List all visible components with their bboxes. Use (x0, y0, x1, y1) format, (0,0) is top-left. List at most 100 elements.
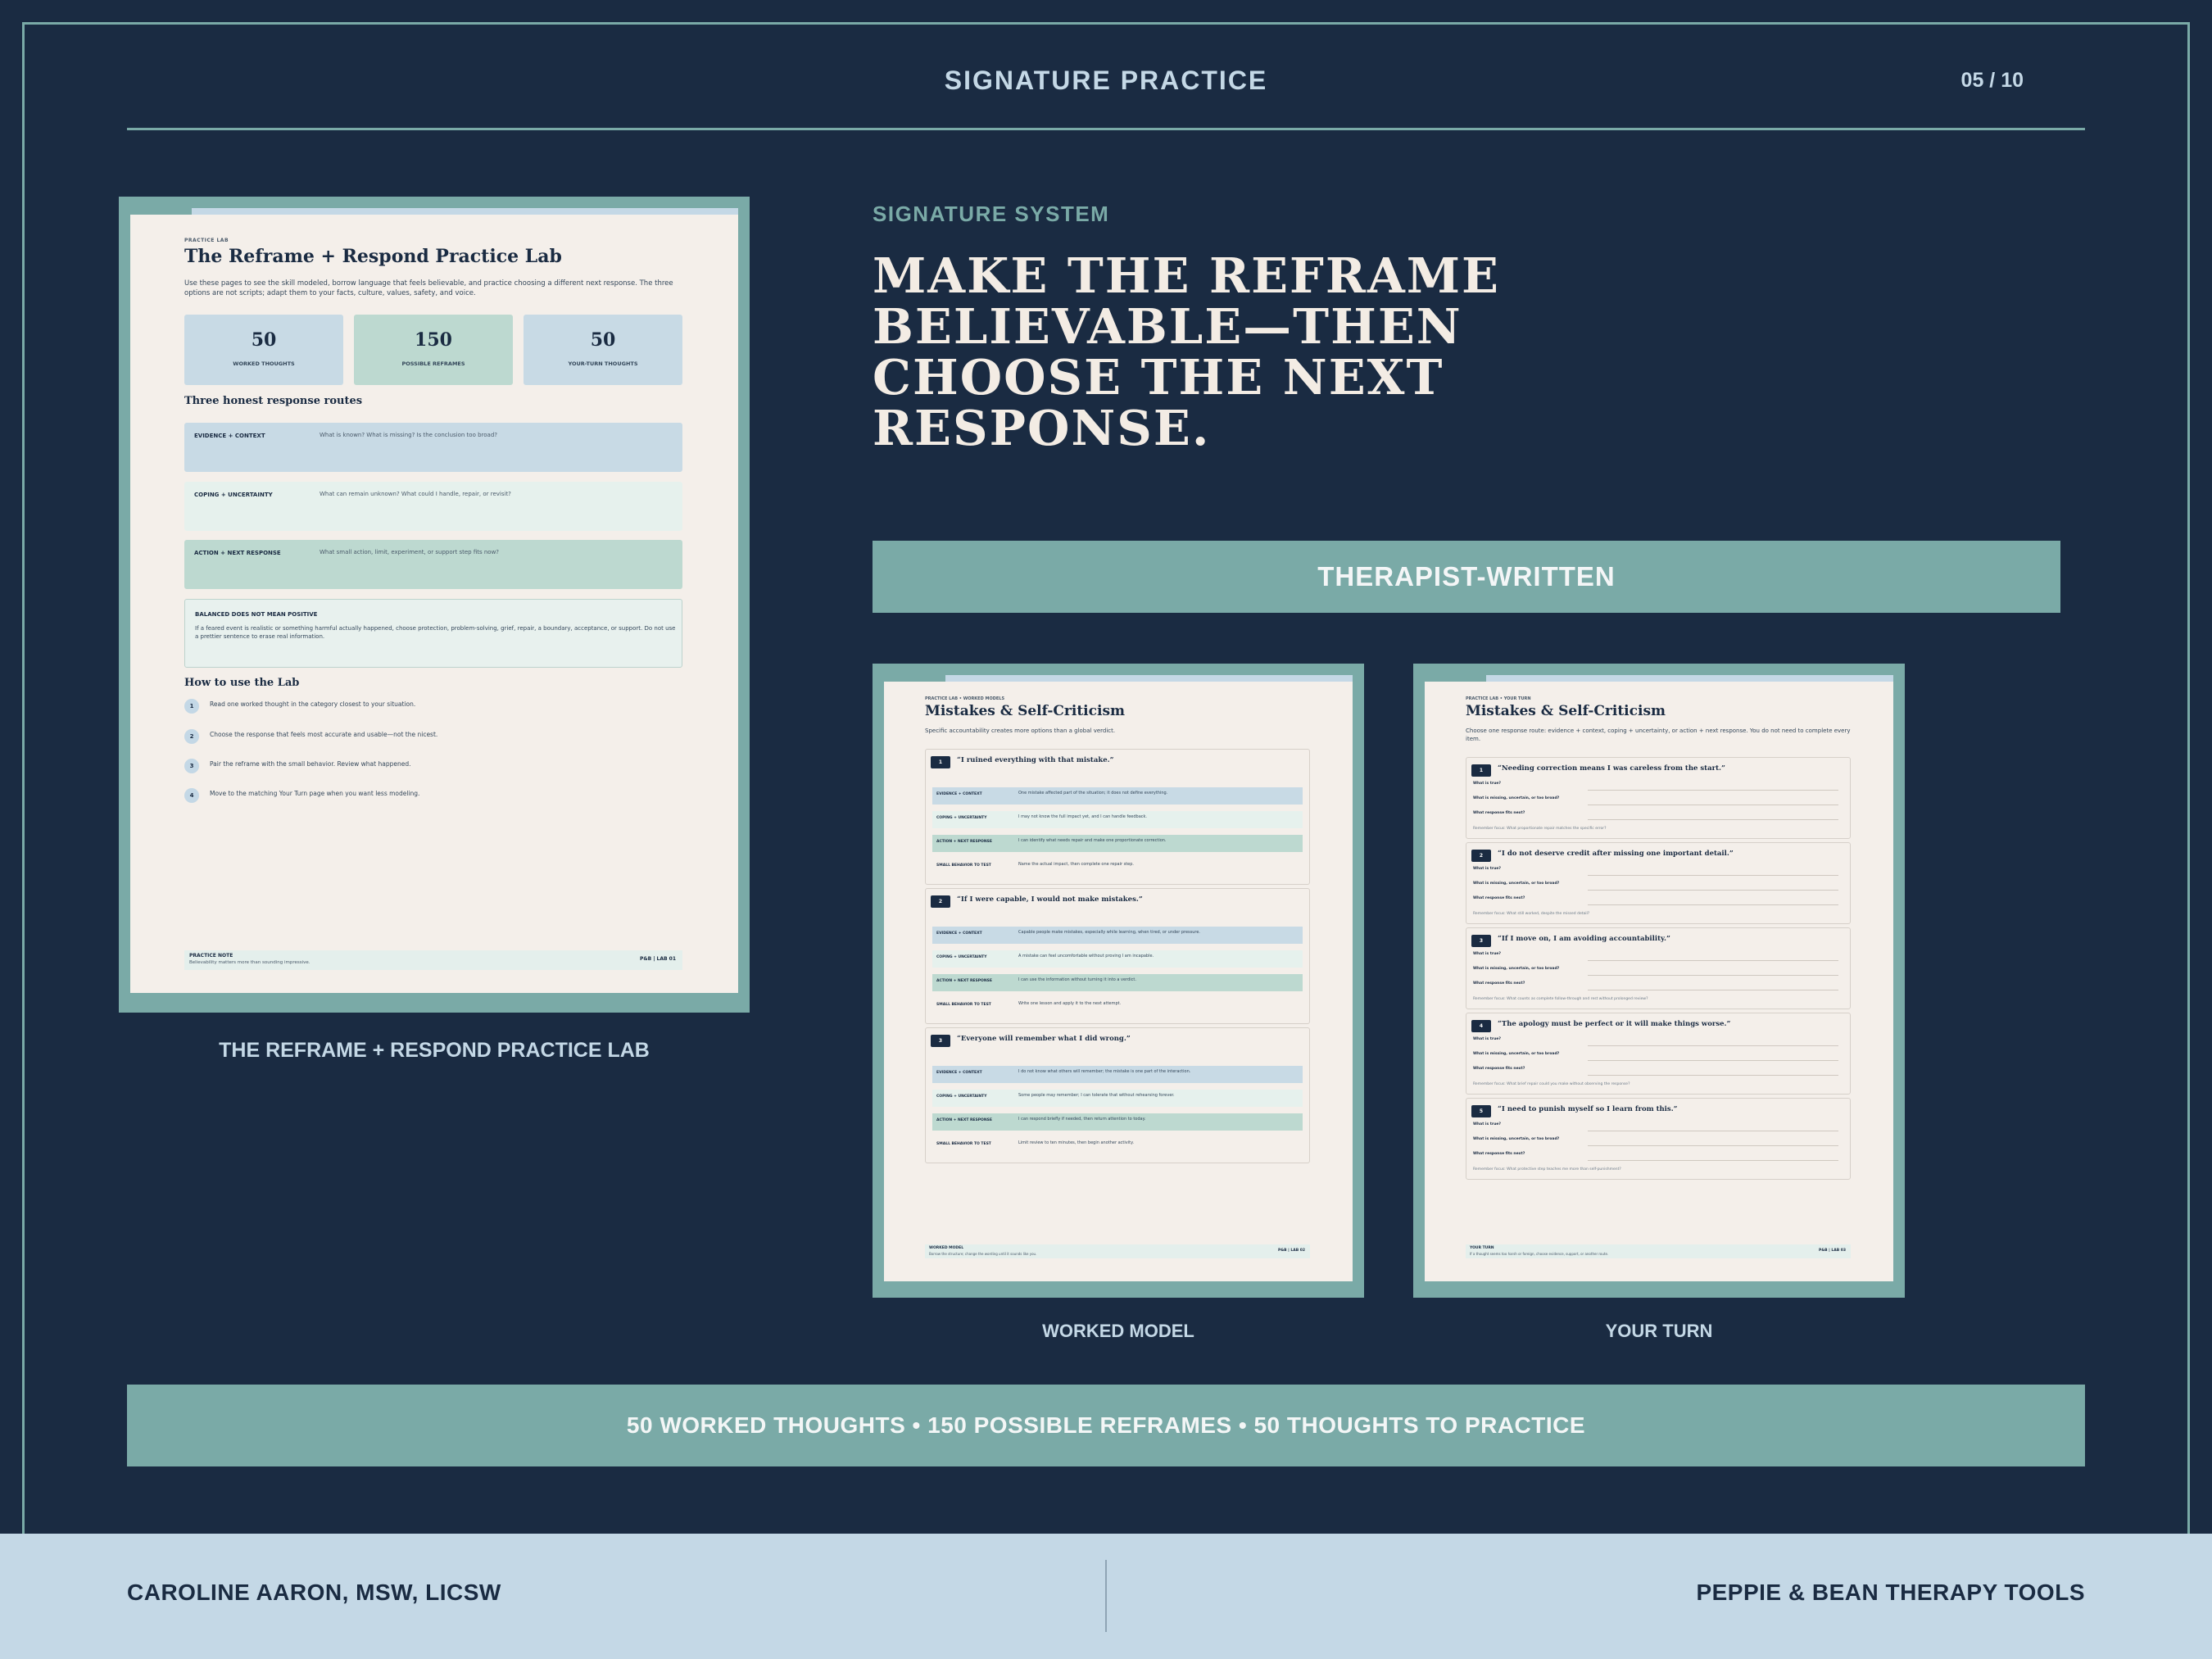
stat-number: 50 (590, 329, 616, 351)
row-behavior: SMALL BEHAVIOR TO TEST Limit review to te… (936, 1140, 1134, 1146)
doc-intro: Use these pages to see the skill modeled… (184, 279, 673, 297)
stat-label: POSSIBLE REFRAMES (401, 360, 465, 367)
prompt-missing[interactable]: What is missing, uncertain, or too broad… (1473, 1049, 1843, 1064)
route-name: COPING + UNCERTAINTY (194, 492, 273, 498)
route-name: EVIDENCE + CONTEXT (194, 433, 265, 439)
stat-your-turn: 50 YOUR-TURN THOUGHTS (524, 315, 682, 385)
card-number: 5 (1471, 1105, 1491, 1117)
row-evidence: EVIDENCE + CONTEXT Capable people make mi… (932, 927, 1303, 944)
step-text: Choose the response that feels most accu… (210, 731, 438, 738)
section-title: SIGNATURE PRACTICE (944, 66, 1268, 95)
worked-card-2: 2 “If I were capable, I would not make m… (925, 888, 1310, 1024)
route-evidence: EVIDENCE + CONTEXT What is known? What i… (184, 423, 682, 472)
card-number: 2 (1471, 850, 1491, 862)
page-accent-bar (1425, 675, 1893, 682)
page-accent-bar (130, 208, 738, 215)
prompt-missing[interactable]: What is missing, uncertain, or too broad… (1473, 879, 1843, 894)
row-action: ACTION + NEXT RESPONSE I can respond brie… (932, 1113, 1303, 1131)
card-number: 1 (931, 756, 950, 768)
prompt-true[interactable]: What is true? (1473, 1035, 1843, 1049)
practice-note-footer: PRACTICE NOTE Believability matters more… (184, 950, 682, 970)
doc-intro: Choose one response route: evidence + co… (1466, 728, 1851, 742)
stat-reframes: 150 POSSIBLE REFRAMES (354, 315, 513, 385)
card-number: 2 (931, 895, 950, 908)
prompt-missing[interactable]: What is missing, uncertain, or too broad… (1473, 964, 1843, 979)
step-number: 1 (184, 699, 199, 714)
lab-caption: THE REFRAME + RESPOND PRACTICE LAB (219, 1039, 650, 1062)
worked-footer: WORKED MODEL Borrow the structure; chang… (925, 1244, 1310, 1258)
your-turn-card-3: 3 “If I move on, I am avoiding accountab… (1466, 927, 1851, 1009)
prompt-response[interactable]: What response fits next? (1473, 1149, 1843, 1164)
row-coping: COPING + UNCERTAINTY Some people may reme… (932, 1090, 1303, 1107)
your-turn-caption: YOUR TURN (1605, 1321, 1713, 1341)
doc-intro: Specific accountability creates more opt… (925, 728, 1116, 734)
card-quote: “I need to punish myself so I learn from… (1498, 1105, 1678, 1113)
therapist-written-badge: THERAPIST-WRITTEN (873, 541, 2060, 613)
prompt-missing[interactable]: What is missing, uncertain, or too broad… (1473, 794, 1843, 809)
doc-eyebrow: PRACTICE LAB • YOUR TURN (1466, 696, 1531, 701)
your-turn-footer: YOUR TURN If a thought seems too harsh o… (1466, 1244, 1851, 1258)
prompt-response[interactable]: What response fits next? (1473, 809, 1843, 823)
doc-title: Mistakes & Self-Criticism (925, 703, 1126, 719)
route-text: What can remain unknown? What could I ha… (320, 491, 511, 497)
row-action: ACTION + NEXT RESPONSE I can use the info… (932, 974, 1303, 991)
card-number: 4 (1471, 1020, 1491, 1032)
worked-card-3: 3 “Everyone will remember what I did wro… (925, 1027, 1310, 1163)
worked-model-page: PRACTICE LAB • WORKED MODELS Mistakes & … (884, 675, 1353, 1281)
how-heading: How to use the Lab (184, 677, 300, 689)
stat-number: 50 (251, 329, 277, 351)
signature-eyebrow: SIGNATURE SYSTEM (873, 202, 1110, 226)
row-evidence: EVIDENCE + CONTEXT I do not know what oth… (932, 1066, 1303, 1083)
prompt-true[interactable]: What is true? (1473, 1120, 1843, 1135)
row-coping: COPING + UNCERTAINTY I may not know the f… (932, 811, 1303, 828)
note-title: BALANCED DOES NOT MEAN POSITIVE (195, 611, 318, 618)
prompt-response[interactable]: What response fits next? (1473, 979, 1843, 994)
doc-eyebrow: PRACTICE LAB • WORKED MODELS (925, 696, 1005, 701)
doc-title: Mistakes & Self-Criticism (1466, 703, 1666, 719)
card-number: 1 (1471, 764, 1491, 777)
your-turn-card-5: 5 “I need to punish myself so I learn fr… (1466, 1098, 1851, 1180)
brand-credit: PEPPIE & BEAN THERAPY TOOLS (1696, 1580, 2085, 1605)
step-number: 2 (184, 729, 199, 744)
card-quote: “I ruined everything with that mistake.” (957, 756, 1114, 764)
route-action: ACTION + NEXT RESPONSE What small action… (184, 540, 682, 589)
remember-focus: Remember focus: What proportionate repai… (1473, 827, 1607, 831)
page-number: 05 / 10 (1960, 69, 2024, 92)
route-text: What is known? What is missing? Is the c… (320, 432, 497, 438)
worked-caption: WORKED MODEL (1042, 1321, 1194, 1341)
remember-focus: Remember focus: What counts as complete … (1473, 997, 1648, 1001)
route-coping: COPING + UNCERTAINTY What can remain unk… (184, 482, 682, 531)
card-number: 3 (931, 1035, 950, 1047)
stat-worked: 50 WORKED THOUGHTS (184, 315, 343, 385)
prompt-true[interactable]: What is true? (1473, 950, 1843, 964)
card-quote: “If I move on, I am avoiding accountabil… (1498, 935, 1670, 943)
card-quote: “If I were capable, I would not make mis… (957, 895, 1143, 904)
balanced-note: BALANCED DOES NOT MEAN POSITIVE If a fea… (184, 599, 682, 668)
step-text: Read one worked thought in the category … (210, 700, 416, 708)
author-credit: CAROLINE AARON, MSW, LICSW (127, 1580, 501, 1605)
footer-divider (1105, 1560, 1107, 1632)
remember-focus: Remember focus: What protective step tea… (1473, 1167, 1621, 1172)
page-accent-bar (884, 675, 1353, 682)
header-divider (127, 128, 2085, 130)
prompt-missing[interactable]: What is missing, uncertain, or too broad… (1473, 1135, 1843, 1149)
step-number: 4 (184, 788, 199, 803)
card-quote: “The apology must be perfect or it will … (1498, 1020, 1731, 1028)
routes-heading: Three honest response routes (184, 395, 363, 407)
footer-page: P&B | LAB 01 (639, 956, 676, 962)
lab-overview-page: PRACTICE LAB The Reframe + Respond Pract… (130, 208, 738, 993)
prompt-true[interactable]: What is true? (1473, 779, 1843, 794)
prompt-response[interactable]: What response fits next? (1473, 894, 1843, 909)
worked-model-preview: PRACTICE LAB • WORKED MODELS Mistakes & … (873, 664, 1364, 1298)
worked-card-1: 1 “I ruined everything with that mistake… (925, 749, 1310, 885)
step-text: Pair the reframe with the small behavior… (210, 760, 411, 768)
your-turn-card-1: 1 “Needing correction means I was carele… (1466, 757, 1851, 839)
stats-band: 50 WORKED THOUGHTS • 150 POSSIBLE REFRAM… (127, 1385, 2085, 1466)
card-number: 3 (1471, 935, 1491, 947)
lab-overview-preview: PRACTICE LAB The Reframe + Respond Pract… (119, 197, 750, 1013)
your-turn-page: PRACTICE LAB • YOUR TURN Mistakes & Self… (1425, 675, 1893, 1281)
prompt-response[interactable]: What response fits next? (1473, 1064, 1843, 1079)
prompt-true[interactable]: What is true? (1473, 864, 1843, 879)
card-quote: “Needing correction means I was careless… (1498, 764, 1725, 773)
row-behavior: SMALL BEHAVIOR TO TEST Name the actual im… (936, 862, 1135, 868)
